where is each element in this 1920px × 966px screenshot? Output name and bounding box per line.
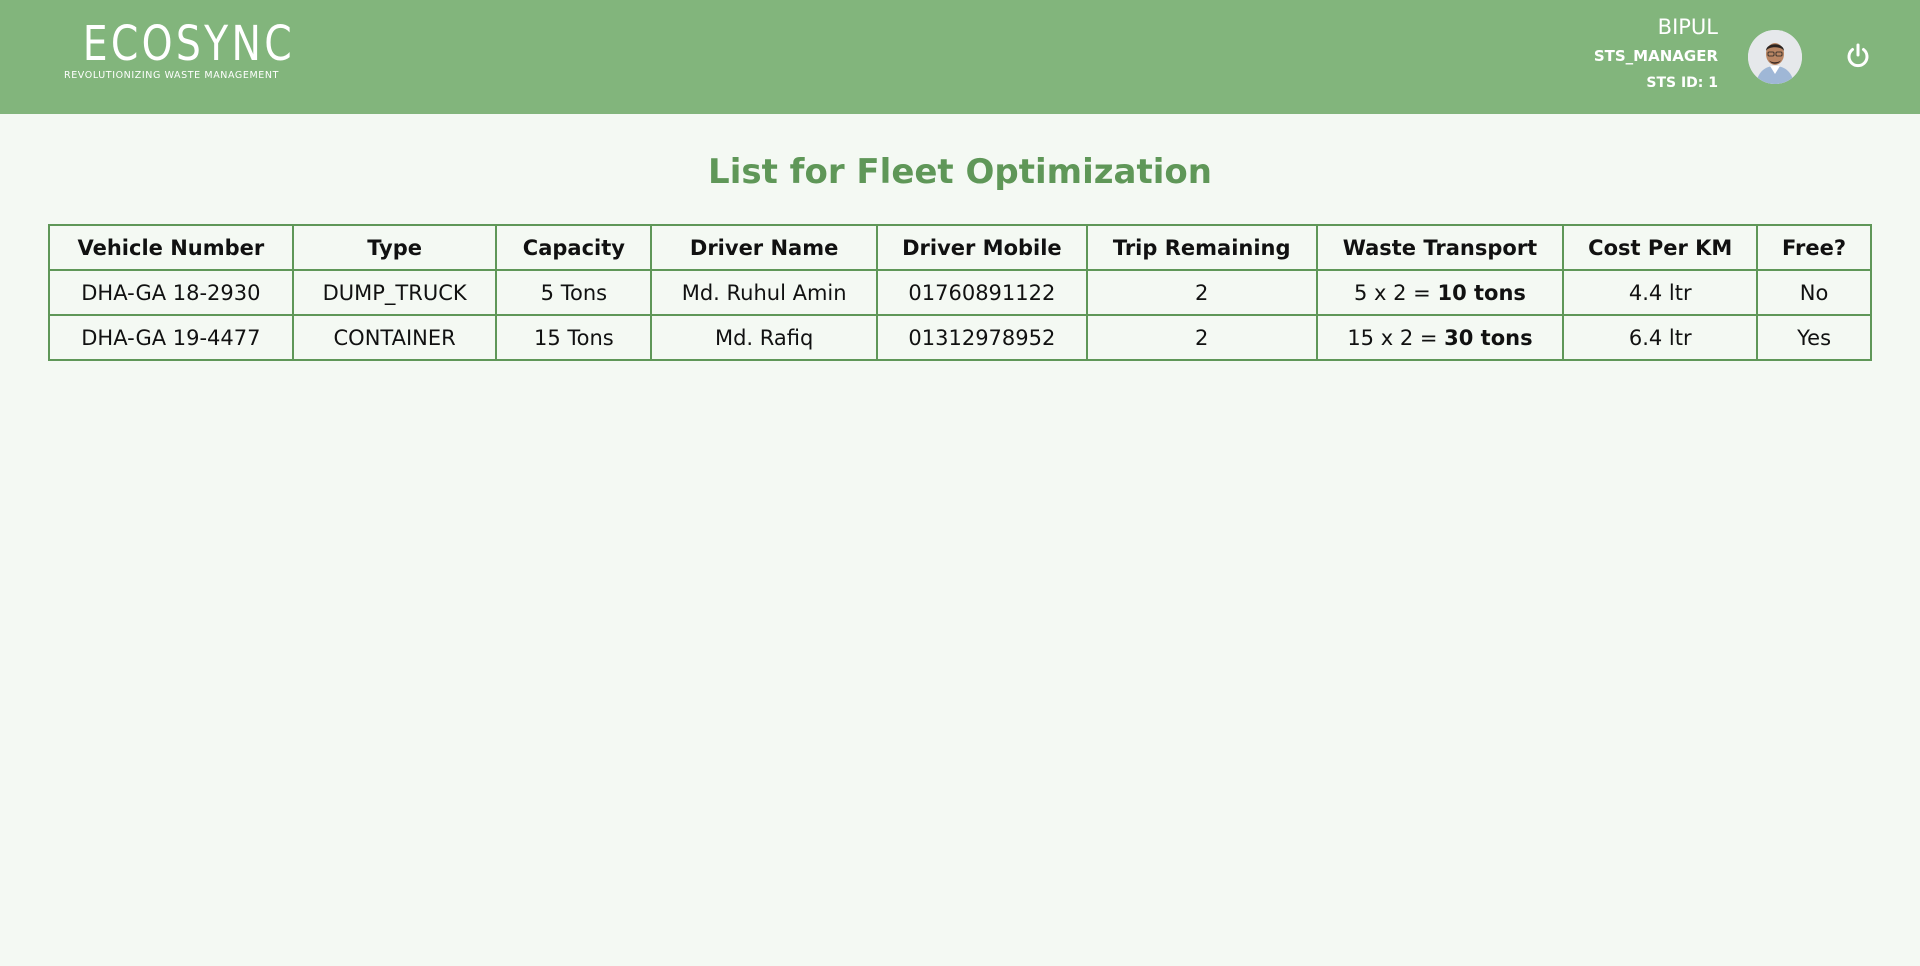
user-info: BIPUL STS_MANAGER STS ID: 1	[1594, 12, 1718, 96]
power-icon	[1847, 43, 1869, 68]
cell-capacity: 15 Tons	[495, 314, 653, 361]
table-header-row: Vehicle Number Type Capacity Driver Name…	[48, 224, 1872, 271]
fleet-table: Vehicle Number Type Capacity Driver Name…	[48, 224, 1872, 361]
column-header-cost-per-km: Cost Per KM	[1562, 224, 1759, 271]
column-header-type: Type	[291, 224, 498, 271]
cell-free: Yes	[1756, 314, 1872, 361]
table-row: DHA-GA 18-2930 DUMP_TRUCK 5 Tons Md. Ruh…	[48, 269, 1872, 316]
cell-vehicle-number: DHA-GA 19-4477	[48, 314, 294, 361]
column-header-trip-remaining: Trip Remaining	[1085, 224, 1318, 271]
waste-transport-total: 10 tons	[1437, 280, 1526, 305]
cell-driver-mobile: 01312978952	[876, 314, 1088, 361]
cell-free: No	[1756, 269, 1872, 316]
cell-driver-mobile: 01760891122	[876, 269, 1088, 316]
waste-transport-total: 30 tons	[1444, 325, 1533, 350]
logo-wordmark: ECOSYNC	[82, 16, 295, 72]
cell-trip-remaining: 2	[1085, 314, 1318, 361]
cell-waste-transport: 15 x 2 = 30 tons	[1315, 314, 1565, 361]
column-header-vehicle-number: Vehicle Number	[48, 224, 294, 271]
ecosync-logo[interactable]: ECOSYNC REVOLUTIONIZING WASTE MANAGEMENT	[64, 16, 295, 81]
user-sts-id: STS ID: 1	[1646, 75, 1718, 91]
column-header-driver-mobile: Driver Mobile	[876, 224, 1088, 271]
user-name: BIPUL	[1657, 15, 1718, 39]
cell-trip-remaining: 2	[1085, 269, 1318, 316]
cell-cost-per-km: 6.4 ltr	[1562, 314, 1759, 361]
waste-transport-formula: 15 x 2 =	[1347, 325, 1445, 350]
waste-transport-formula: 5 x 2 =	[1354, 280, 1438, 305]
column-header-capacity: Capacity	[495, 224, 653, 271]
top-header: ECOSYNC REVOLUTIONIZING WASTE MANAGEMENT…	[0, 0, 1920, 114]
column-header-waste-transport: Waste Transport	[1315, 224, 1565, 271]
column-header-free: Free?	[1756, 224, 1872, 271]
cell-capacity: 5 Tons	[495, 269, 653, 316]
cell-vehicle-number: DHA-GA 18-2930	[48, 269, 294, 316]
table-row: DHA-GA 19-4477 CONTAINER 15 Tons Md. Raf…	[48, 314, 1872, 361]
cell-driver-name: Md. Ruhul Amin	[650, 269, 878, 316]
cell-type: CONTAINER	[291, 314, 498, 361]
user-role: STS_MANAGER	[1593, 47, 1718, 65]
avatar[interactable]	[1748, 30, 1802, 84]
cell-driver-name: Md. Rafiq	[650, 314, 878, 361]
cell-cost-per-km: 4.4 ltr	[1562, 269, 1759, 316]
logout-button[interactable]	[1843, 41, 1873, 71]
page-title: List for Fleet Optimization	[708, 152, 1212, 192]
cell-waste-transport: 5 x 2 = 10 tons	[1315, 269, 1565, 316]
cell-type: DUMP_TRUCK	[291, 269, 498, 316]
user-avatar-icon	[1748, 30, 1802, 84]
column-header-driver-name: Driver Name	[650, 224, 878, 271]
